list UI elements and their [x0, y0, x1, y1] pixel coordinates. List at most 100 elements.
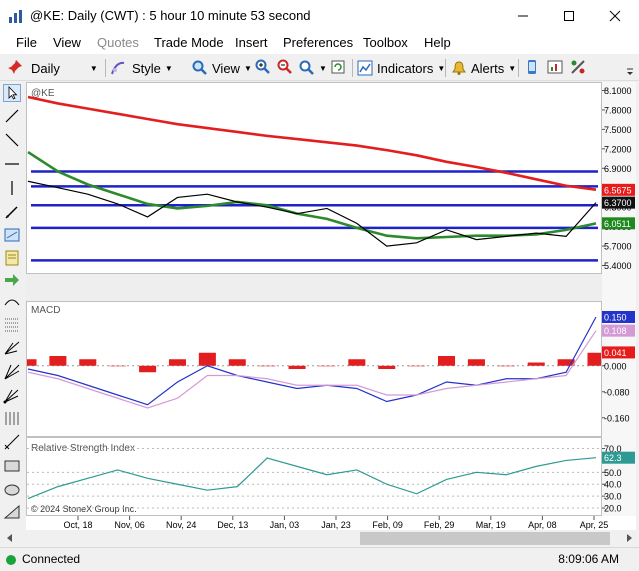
macd-pane-title: MACD	[31, 305, 60, 316]
indicators-button[interactable]: Indicators ▼	[357, 59, 445, 77]
vertical-line-icon[interactable]	[3, 179, 21, 197]
phone-icon[interactable]	[524, 59, 540, 75]
magnifier-icon	[192, 60, 207, 75]
close-icon	[609, 10, 621, 22]
refresh-icon[interactable]	[330, 59, 346, 75]
minimize-button[interactable]	[500, 0, 546, 32]
x-tick-label: Jan, 03	[270, 520, 300, 530]
toolbar-separator	[445, 59, 446, 77]
chart-area[interactable]: @KE MACD Relative Strength Index © 2024 …	[26, 82, 636, 530]
macd-histogram-bar	[109, 365, 127, 367]
macd-histogram-bar	[318, 365, 336, 367]
y-tick-label: 20.0	[604, 504, 622, 514]
x-tick-label: Nov, 24	[166, 520, 196, 530]
macd-value-label: 0.041	[604, 348, 627, 358]
macd-histogram-bar	[527, 362, 545, 366]
y-tick-label: 40.0	[604, 480, 622, 490]
menu-quotes[interactable]: Quotes	[97, 35, 139, 50]
chevron-down-icon: ▼	[164, 63, 173, 73]
x-tick-label: Feb, 29	[424, 520, 455, 530]
tools-icon[interactable]	[570, 59, 586, 75]
rsi-value-label: 62.3	[604, 453, 622, 463]
pane-splitter[interactable]	[26, 274, 602, 301]
scrollbar-thumb[interactable]	[360, 532, 610, 545]
connection-status-icon	[6, 555, 16, 565]
scroll-left-icon[interactable]	[4, 532, 16, 544]
y-tick-label: 50.0	[604, 468, 622, 478]
chevron-down-icon: ▼	[243, 63, 252, 73]
toolbar-separator	[518, 59, 519, 77]
macd-histogram-bar	[79, 359, 97, 366]
toolbar: Daily ▼ Style ▼ View ▼ ▼ Indicators ▼ Al…	[0, 55, 639, 81]
drawing-toolbar	[0, 81, 24, 526]
y-tick-label: 7.5000	[604, 125, 632, 135]
status-bar: Connected 8:09:06 AM	[0, 547, 639, 571]
pitchfork-icon[interactable]	[3, 339, 21, 357]
trendline-icon[interactable]	[3, 107, 21, 125]
y-tick-label: -0.080	[604, 387, 630, 397]
scroll-right-icon[interactable]	[623, 532, 635, 544]
y-tick-label: 30.0	[604, 492, 622, 502]
macd-histogram-bar	[438, 356, 456, 366]
triangle-icon[interactable]	[3, 503, 21, 521]
measure-icon[interactable]	[3, 433, 21, 451]
style-button[interactable]: Style ▼	[110, 59, 173, 77]
macd-value-label: 0.150	[604, 313, 627, 323]
menu-insert[interactable]: Insert	[235, 35, 268, 50]
x-tick-label: Oct, 18	[63, 520, 92, 530]
rectangle-icon[interactable]	[3, 457, 21, 475]
chart-window-icon[interactable]	[547, 59, 563, 75]
gann-icon[interactable]	[3, 363, 21, 381]
menu-file[interactable]: File	[16, 35, 37, 50]
view-label: View	[212, 60, 240, 76]
close-button[interactable]	[592, 0, 638, 32]
macd-histogram-bar	[198, 352, 216, 366]
toolbar-separator	[105, 59, 106, 77]
pencil-icon[interactable]	[3, 203, 21, 221]
macd-histogram-bar	[348, 359, 366, 366]
price-value-label: 6.3700	[604, 198, 632, 208]
macd-histogram-bar	[288, 365, 306, 369]
status-time: 8:09:06 AM	[558, 552, 619, 566]
pin-icon[interactable]	[7, 59, 23, 75]
y-tick-label: 7.2000	[604, 144, 632, 154]
zoom-out-icon[interactable]	[277, 59, 293, 75]
app-icon	[9, 10, 22, 23]
macd-value-label: 0.108	[604, 326, 627, 336]
ellipse-icon[interactable]	[3, 481, 21, 499]
menu-toolbox[interactable]: Toolbox	[363, 35, 408, 50]
channel-icon[interactable]	[3, 226, 21, 244]
maximize-button[interactable]	[546, 0, 592, 32]
arc-icon[interactable]	[3, 293, 21, 311]
alerts-button[interactable]: Alerts ▼	[451, 59, 516, 77]
macd-histogram-bar	[258, 365, 276, 367]
fibonacci-icon[interactable]	[3, 315, 21, 333]
chart-background	[26, 82, 636, 530]
menu-bar: File View Quotes Trade Mode Insert Prefe…	[0, 32, 639, 54]
ray-icon[interactable]	[3, 131, 21, 149]
menu-view[interactable]: View	[53, 35, 81, 50]
view-button[interactable]: View ▼	[192, 59, 252, 77]
pointer-icon[interactable]	[3, 84, 21, 102]
cycle-lines-icon[interactable]	[3, 409, 21, 427]
menu-trade-mode[interactable]: Trade Mode	[154, 35, 224, 50]
zoom-in-icon[interactable]	[255, 59, 271, 75]
fan-icon[interactable]	[3, 387, 21, 405]
price-value-label: 6.5675	[604, 185, 632, 195]
y-tick-label: 6.9000	[604, 164, 632, 174]
interval-dropdown[interactable]: Daily ▼	[31, 59, 103, 77]
macd-histogram-bar	[378, 365, 396, 369]
x-tick-label: Apr, 08	[528, 520, 557, 530]
menu-help[interactable]: Help	[424, 35, 451, 50]
horizontal-scrollbar[interactable]	[0, 530, 639, 547]
interval-label: Daily	[31, 60, 60, 76]
toolbar-overflow-icon[interactable]	[625, 67, 635, 77]
chart-canvas[interactable]: @KE MACD Relative Strength Index © 2024 …	[26, 82, 636, 530]
horizontal-line-icon[interactable]	[3, 155, 21, 173]
x-tick-label: Apr, 25	[580, 520, 609, 530]
arrow-icon[interactable]	[3, 271, 21, 289]
menu-preferences[interactable]: Preferences	[283, 35, 353, 50]
note-icon[interactable]	[3, 249, 21, 267]
macd-histogram-bar	[408, 365, 426, 367]
zoom-dropdown[interactable]: ▼	[299, 59, 327, 77]
